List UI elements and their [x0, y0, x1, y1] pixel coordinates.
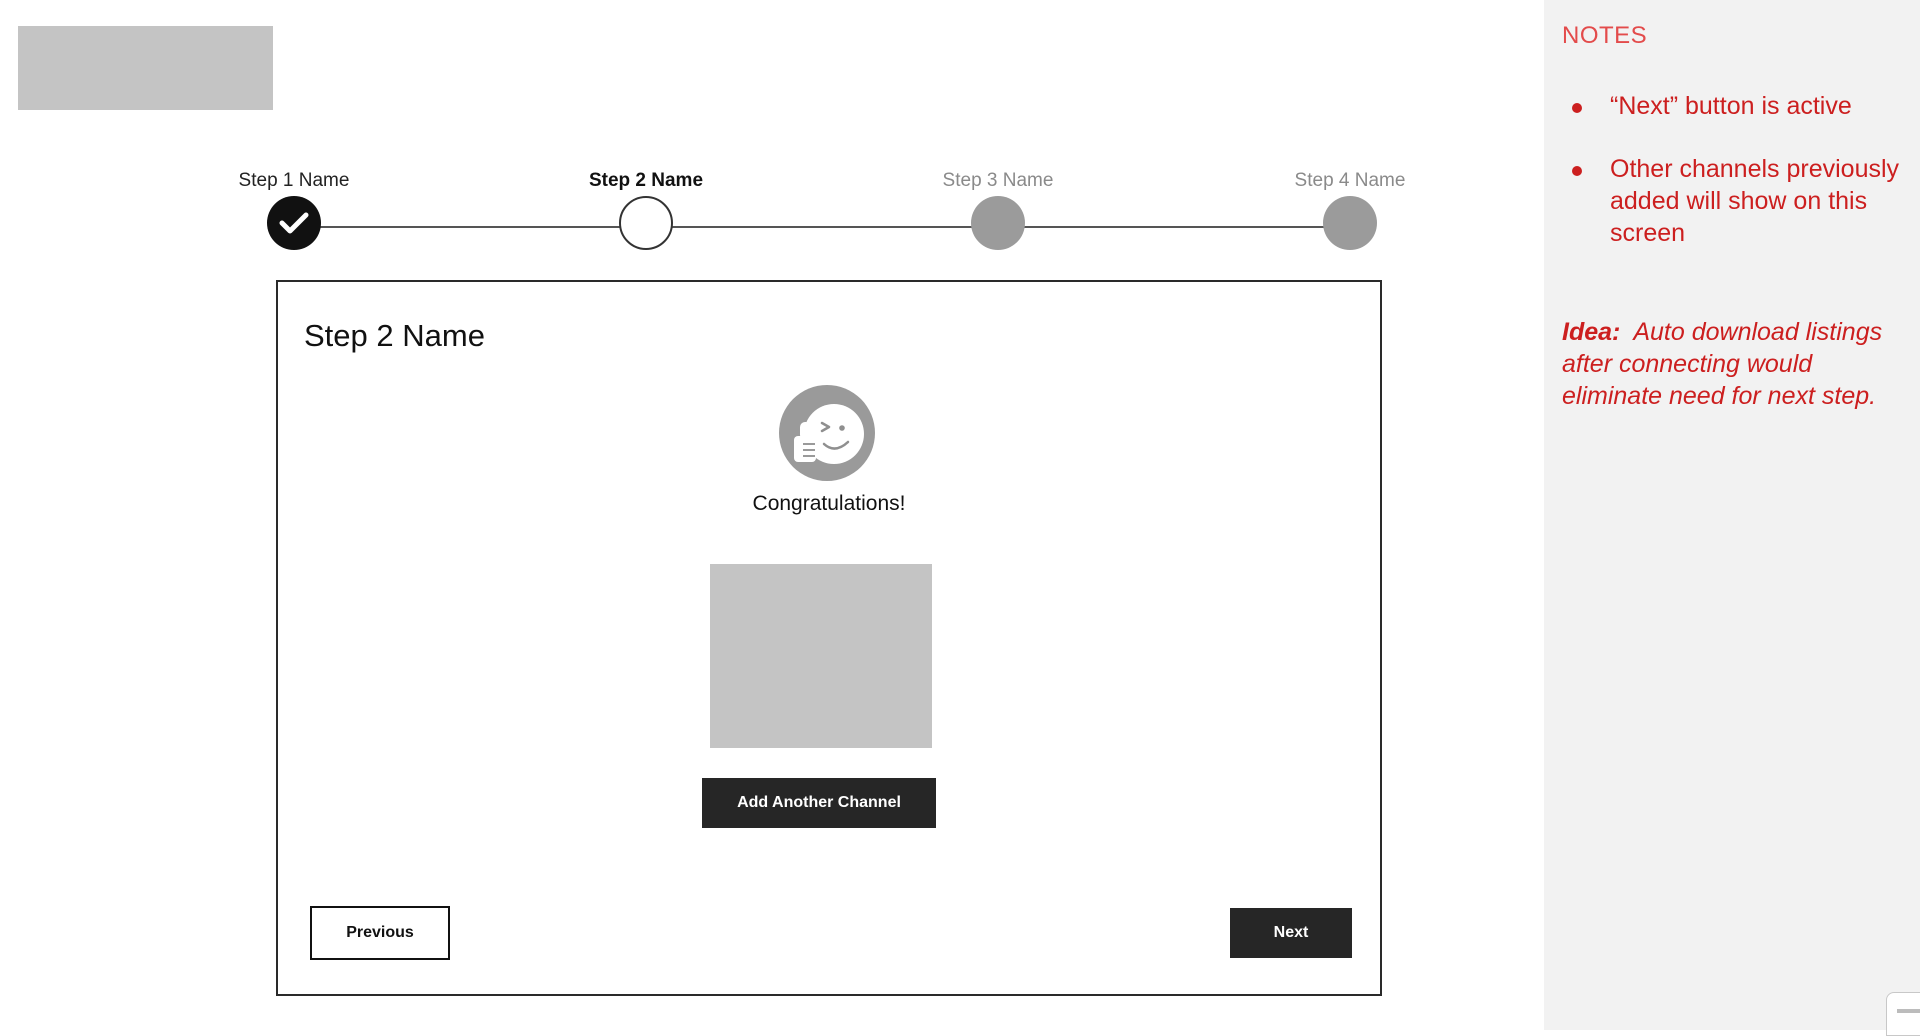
add-another-channel-button[interactable]: Add Another Channel [702, 778, 936, 828]
corner-tab-icon [1897, 1009, 1920, 1013]
step-connector [294, 226, 646, 228]
main-area: Step 1 Name Step 2 Name Step 3 Name Step… [0, 0, 1544, 1030]
thumbs-up-smiley-icon [779, 385, 875, 481]
step-3-label: Step 3 Name [942, 170, 1054, 191]
note-item: Other channels previously added will sho… [1562, 153, 1902, 249]
notes-panel: NOTES “Next” button is active Other chan… [1544, 0, 1920, 1036]
note-item: “Next” button is active [1562, 90, 1902, 122]
checkmark-icon [279, 212, 309, 234]
next-button[interactable]: Next [1230, 908, 1352, 958]
step-2-label: Step 2 Name [588, 170, 704, 191]
step-connector [998, 226, 1350, 228]
notes-title: NOTES [1562, 22, 1648, 49]
step-1-label: Step 1 Name [238, 170, 350, 191]
idea-label: Idea: [1562, 318, 1621, 346]
previous-button[interactable]: Previous [310, 906, 450, 960]
step-4-node[interactable] [1323, 196, 1377, 250]
step-4-label: Step 4 Name [1294, 170, 1406, 191]
corner-tab[interactable] [1886, 992, 1920, 1036]
notes-list: “Next” button is active Other channels p… [1562, 90, 1902, 280]
channel-image-placeholder [710, 564, 932, 748]
congratulations-text: Congratulations! [752, 492, 906, 515]
step-3-node[interactable] [971, 196, 1025, 250]
idea-note: Idea: Auto download listings after conne… [1562, 316, 1902, 412]
step-connector [646, 226, 998, 228]
step-card: Step 2 Name Congratulations! Add Another… [276, 280, 1382, 996]
step-2-node[interactable] [619, 196, 673, 250]
step-1-node[interactable] [267, 196, 321, 250]
stepper: Step 1 Name Step 2 Name Step 3 Name Step… [0, 0, 1544, 260]
card-title: Step 2 Name [304, 318, 485, 353]
